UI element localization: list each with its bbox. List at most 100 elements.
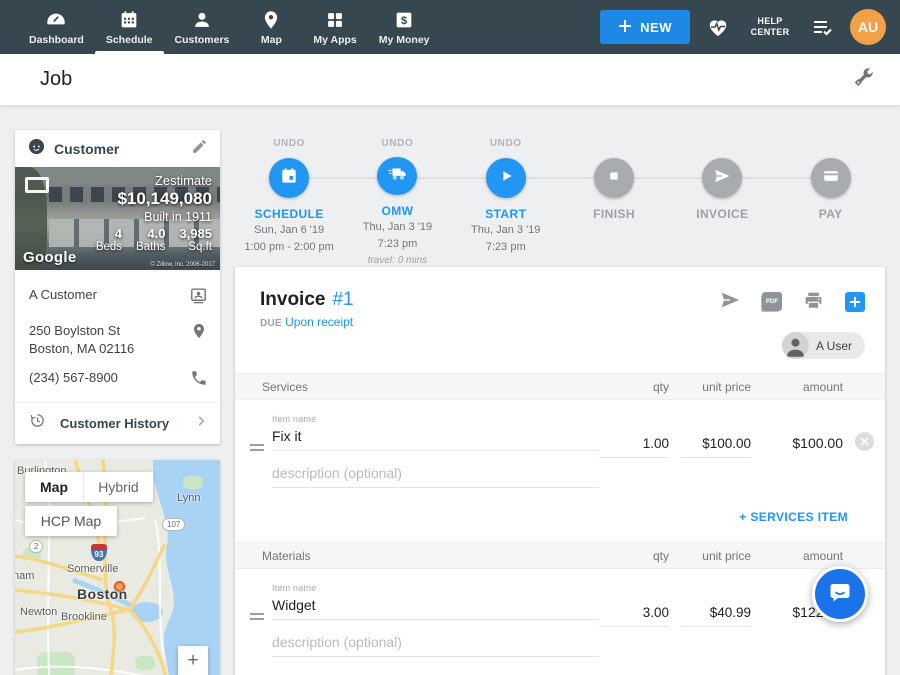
apps-grid-icon [324,9,346,31]
service-description-input[interactable] [272,461,599,488]
customer-name-row: A Customer [29,280,208,316]
stat-beds: 4Beds [96,226,122,253]
pay-step-button[interactable] [811,158,851,198]
undo-omw-button[interactable]: UNDO [382,138,414,150]
customer-address: 250 Boylston StBoston, MA 02116 [29,322,134,357]
page-title: Job [40,68,72,91]
route-badge-107: 107 [162,518,185,531]
invoice-card: Invoice #1 DUE Upon receipt [235,267,885,675]
street-view-photo[interactable]: Zestimate $10,149,080 Built in 1911 4Bed… [15,167,220,270]
delete-service-item-button[interactable] [855,432,874,451]
schedule-step-button[interactable] [269,158,309,198]
zestimate-value: $10,149,080 [96,189,212,209]
nav-label: Customers [175,34,230,46]
customer-card-header: Customer [15,130,220,167]
start-step-button[interactable] [486,158,526,198]
qty-column-header: qty [599,380,669,394]
nav-item-customers[interactable]: Customers [164,0,241,54]
material-qty-input[interactable] [599,601,669,627]
nav-item-schedule[interactable]: Schedule [95,0,164,54]
invoice-step-button[interactable] [702,158,742,198]
task-list-icon[interactable] [810,15,834,39]
zoom-in-button[interactable]: + [178,646,208,675]
customer-history-link[interactable]: Customer History [15,402,220,444]
nav-item-dashboard[interactable]: Dashboard [18,0,95,54]
step-time: 1:00 pm - 2:00 pm [245,241,334,255]
print-button[interactable] [803,290,824,314]
map-widget[interactable]: Burlington Lynn 107 2 93 Somerville ham … [15,460,220,675]
add-icon [845,292,865,312]
invoice-header: Invoice #1 DUE Upon receipt [235,267,885,373]
travel-time: travel: 0 mins [368,255,427,268]
credit-card-icon [822,167,840,190]
chat-widget-button[interactable] [812,566,868,622]
drag-handle-icon[interactable] [250,441,270,454]
page-header: Job [0,54,900,106]
stat-baths: 4.0Baths [136,226,165,253]
location-pin-icon[interactable] [190,322,208,345]
map-button[interactable]: Map [25,472,83,502]
step-omw: UNDO OMW Thu, Jan 3 '19 7:23 pm travel: … [343,130,451,267]
edit-pencil-icon[interactable] [191,138,208,160]
pdf-button[interactable]: PDF [762,292,782,311]
due-value-link[interactable]: Upon receipt [285,315,353,329]
material-item-row: Item name $122.97 [235,569,885,657]
customer-card-title: Customer [54,141,183,157]
invoice-title: Invoice [260,289,325,311]
nav-item-my-apps[interactable]: My Apps [302,0,367,54]
add-service-item-link[interactable]: + SERVICES ITEM [739,510,848,524]
nav-item-my-money[interactable]: $ My Money [368,0,441,54]
invoice-title-block: Invoice #1 DUE Upon receipt [260,289,354,359]
step-start: UNDO START Thu, Jan 3 '19 7:23 pm [452,130,560,267]
undo-schedule-button[interactable]: UNDO [273,138,305,151]
hcp-map-button[interactable]: HCP Map [25,506,117,536]
job-tools-icon[interactable] [852,65,876,94]
service-name-block: Item name [272,414,599,488]
add-service-row: + SERVICES ITEM [235,488,885,542]
add-invoice-item-button[interactable] [845,292,865,312]
assignee-chip[interactable]: A User [782,332,865,359]
material-name-input[interactable] [272,593,599,620]
invoice-actions: PDF [719,289,865,314]
phone-icon[interactable] [190,369,208,392]
material-description-input[interactable] [272,630,599,657]
nav-right: NEW HELP CENTER AU [600,0,900,54]
user-avatar[interactable]: AU [850,9,886,45]
add-material-row: + MATERIALS ITEM [235,657,885,675]
material-unit-price-input[interactable] [681,601,751,627]
undo-start-button[interactable]: UNDO [490,138,522,151]
health-heart-icon[interactable] [706,15,730,39]
dashboard-gauge-icon [45,9,67,31]
contact-card-icon[interactable] [189,286,208,310]
invoice-header-right: PDF [719,289,865,359]
history-clock-icon [29,412,46,434]
services-section-label: Services [262,380,599,394]
step-time: 7:23 pm [378,238,418,252]
omw-step-button[interactable] [377,157,417,195]
service-unit-price-input[interactable] [681,432,751,458]
nav-label: My Apps [313,34,356,46]
stat-sqft: 3,985Sq.ft [179,226,212,253]
step-label: START [485,207,526,221]
drag-handle-icon[interactable] [250,610,270,623]
svg-text:$: $ [401,15,407,27]
service-name-input[interactable] [272,424,599,451]
pdf-icon: PDF [762,292,782,311]
item-name-label: Item name [272,583,599,593]
finish-step-button[interactable] [594,158,634,198]
invoice-number[interactable]: #1 [332,289,353,311]
customer-face-icon [27,137,46,161]
map-label-lynn: Lynn [177,492,200,504]
stop-icon [606,168,622,189]
customer-address-row: 250 Boylston StBoston, MA 02116 [29,316,208,363]
send-invoice-button[interactable] [719,289,741,314]
invoice-due: DUE Upon receipt [260,315,354,329]
new-button[interactable]: NEW [600,10,690,44]
materials-section-label: Materials [262,549,599,563]
map-label-newton: Newton [20,606,57,618]
service-qty-input[interactable] [599,432,669,458]
hybrid-button[interactable]: Hybrid [83,472,153,502]
help-center-link[interactable]: HELP CENTER [746,16,794,39]
step-time: 7:23 pm [486,241,526,255]
nav-item-map[interactable]: Map [240,0,302,54]
